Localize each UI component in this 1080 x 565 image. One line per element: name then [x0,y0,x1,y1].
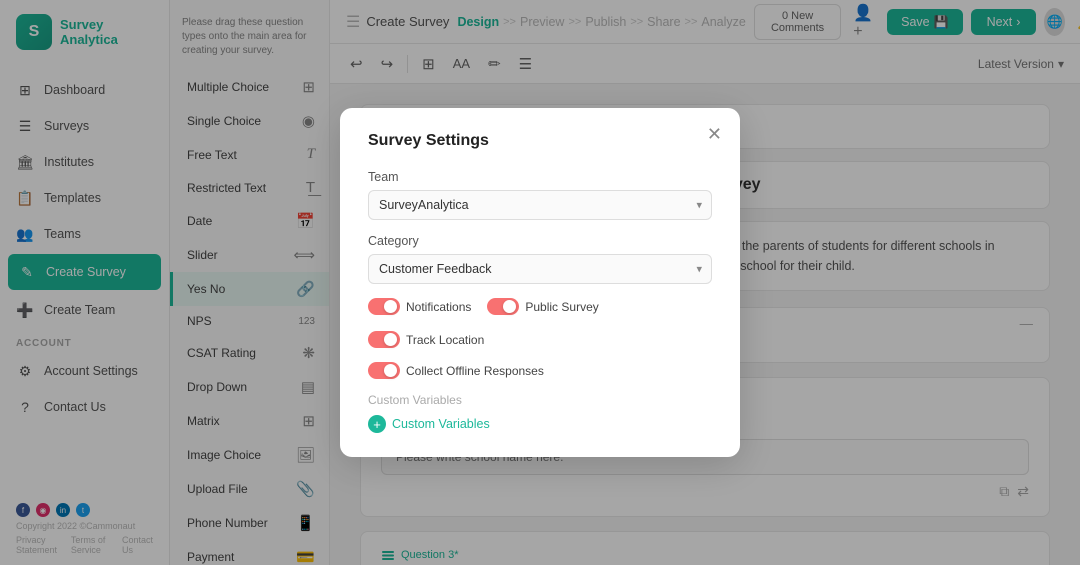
notifications-toggle[interactable] [368,298,400,315]
custom-vars-button[interactable]: + Custom Variables [368,415,712,433]
team-label: Team [368,170,712,184]
toggle-track-location: Track Location [368,331,484,348]
toggle-public-survey: Public Survey [487,298,598,315]
category-select[interactable]: Customer Feedback Employee Survey Market… [368,254,712,284]
category-label: Category [368,234,712,248]
collect-offline-toggle[interactable] [368,362,400,379]
modal-toggles: Notifications Public Survey Track Locati… [368,298,712,348]
modal-close-button[interactable]: ✕ [707,124,722,145]
team-select[interactable]: SurveyAnalytica Team A Team B [368,190,712,220]
plus-icon: + [368,415,386,433]
category-select-wrapper: Customer Feedback Employee Survey Market… [368,254,712,284]
survey-settings-modal: Survey Settings ✕ Team SurveyAnalytica T… [340,108,740,457]
modal-title: Survey Settings [368,132,712,150]
modal-toggles-row2: Collect Offline Responses [368,362,712,379]
public-survey-toggle[interactable] [487,298,519,315]
team-select-wrapper: SurveyAnalytica Team A Team B [368,190,712,220]
toggle-collect-offline: Collect Offline Responses [368,362,544,379]
modal-team-field: Team SurveyAnalytica Team A Team B [368,170,712,220]
modal-category-field: Category Customer Feedback Employee Surv… [368,234,712,284]
modal-overlay[interactable]: Survey Settings ✕ Team SurveyAnalytica T… [0,0,1080,565]
custom-vars-title: Custom Variables [368,393,712,407]
track-location-toggle[interactable] [368,331,400,348]
toggle-notifications: Notifications [368,298,471,315]
